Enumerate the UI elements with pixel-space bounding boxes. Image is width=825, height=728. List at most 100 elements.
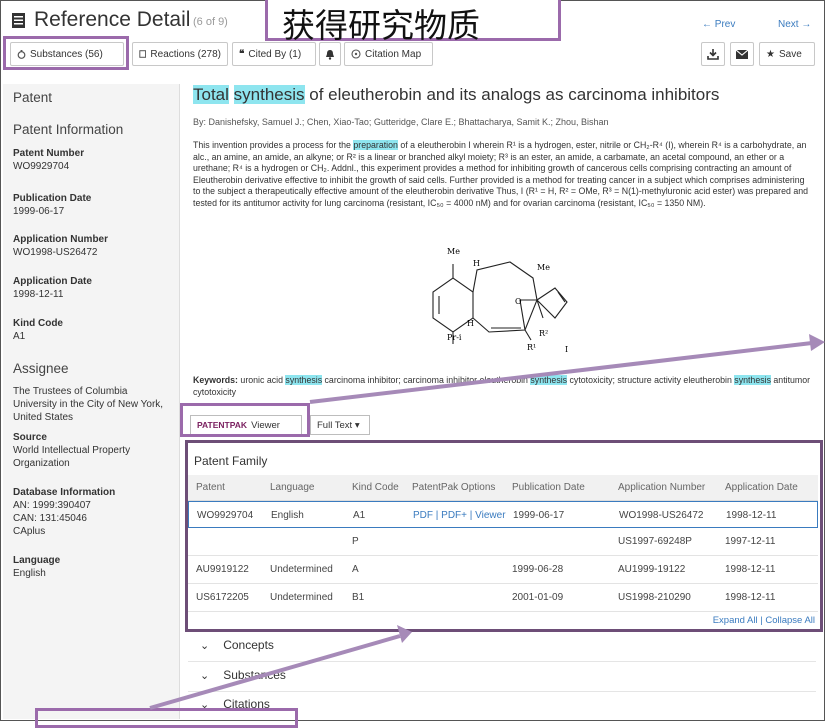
patent-family-table: Patent Language Kind Code PatentPak Opti… [188, 475, 818, 612]
keyword-highlight-2: synthesis [530, 375, 568, 385]
kind-code-value: A1 [13, 331, 26, 342]
highlight-box-bottom [35, 708, 298, 728]
quote-icon: ❝ [239, 48, 245, 60]
title-word-total: Total [193, 85, 229, 104]
source-label: Source [13, 432, 47, 443]
chemical-structure: Me H Me O H Pr-i R² R¹ I [432, 247, 568, 354]
table-row[interactable]: US6172205 Undetermined B1 2001-01-09 US1… [188, 584, 818, 612]
table-row[interactable]: P US1997-69248P 1997-12-11 [188, 528, 818, 556]
cell-application-date: 1998-12-11 [725, 564, 776, 575]
chevron-down-icon: ⌄ [200, 670, 210, 682]
table-row[interactable]: AU9919122 Undetermined A 1999-06-28 AU19… [188, 556, 818, 584]
assignee-line-3: United States [13, 412, 74, 423]
highlight-box-substances [3, 36, 129, 70]
keywords-part-2: carcinoma inhibitor; carcinoma inhibitor… [322, 375, 531, 385]
bell-icon [326, 49, 334, 60]
cell-publication-date: 2001-01-09 [512, 592, 564, 603]
next-link[interactable]: Next → [778, 19, 811, 30]
col-patent: Patent [196, 482, 225, 493]
full-text-button[interactable]: Full Text ▾ [310, 415, 370, 435]
citation-map-label: Citation Map [365, 48, 422, 60]
cell-publication-date: 1999-06-17 [513, 510, 565, 521]
pub-date-value: 1999-06-17 [13, 206, 65, 217]
database-can: CAN: 131:45046 [13, 513, 87, 524]
cell-application-date: 1998-12-11 [726, 510, 777, 521]
callout-text: 获得研究物质 [282, 7, 480, 44]
article-title: Total synthesis of eleutherobin and its … [193, 85, 719, 105]
email-button[interactable] [730, 42, 754, 66]
section-label: Substances [223, 668, 286, 682]
sidebar-type: Patent [13, 90, 53, 105]
document-icon [12, 13, 25, 28]
cell-patent: AU9919122 [196, 564, 249, 575]
language-value: English [13, 568, 46, 579]
section-concepts[interactable]: ⌄ Concepts [200, 638, 274, 652]
cell-language: Undetermined [270, 592, 333, 603]
cell-patent: WO9929704 [197, 510, 254, 521]
table-row[interactable]: WO9929704 English A1 PDF | PDF+ | Viewer… [188, 501, 818, 528]
assignee-line-2: University in the City of New York, [13, 399, 164, 410]
keywords-part-3: cytotoxicity; structure activity eleuthe… [567, 375, 735, 385]
highlight-box-patentpak [180, 403, 310, 437]
source-line-1: World Intellectual Property [13, 445, 131, 456]
prev-link[interactable]: ← Prev [702, 19, 735, 30]
struct-o: O [515, 297, 522, 306]
cited-by-label: Cited By (1) [248, 48, 302, 60]
patent-info-heading: Patent Information [13, 122, 124, 137]
app-number-label: Application Number [13, 234, 109, 245]
cell-application-number: US1997-69248P [618, 536, 692, 547]
result-position: (6 of 9) [193, 16, 228, 28]
col-patentpak-options: PatentPak Options [412, 482, 496, 493]
keyword-highlight-1: synthesis [285, 375, 323, 385]
download-button[interactable] [701, 42, 725, 66]
cell-kind-code: A1 [353, 510, 366, 521]
struct-me-1: Me [447, 247, 460, 256]
keywords-label: Keywords: [193, 375, 238, 385]
col-language: Language [270, 482, 315, 493]
expand-collapse-links[interactable]: Expand All | Collapse All [713, 615, 815, 626]
reactions-label: Reactions (278) [150, 48, 221, 60]
abstract-part-1: This invention provides a process for th… [193, 140, 354, 150]
struct-h-2: H [467, 319, 474, 328]
struct-r1: R¹ [527, 343, 536, 352]
section-substances[interactable]: ⌄ Substances [200, 668, 286, 682]
cell-patent: US6172205 [196, 592, 249, 603]
cell-language: Undetermined [270, 564, 333, 575]
star-icon: ★ [766, 48, 775, 60]
col-publication-date: Publication Date [512, 482, 585, 493]
citation-map-button[interactable]: Citation Map [344, 42, 433, 66]
col-application-number: Application Number [618, 482, 706, 493]
abstract-part-2: of a eleutherobin I wherein R¹ is a hydr… [193, 140, 809, 208]
cell-publication-date: 1999-06-28 [512, 564, 564, 575]
cell-kind-code: B1 [352, 592, 365, 603]
keywords-part-1: uronic acid [237, 375, 286, 385]
reactions-button[interactable]: Reactions (278) [132, 42, 228, 66]
alert-button[interactable] [319, 42, 341, 66]
cell-application-number: AU1999-19122 [618, 564, 686, 575]
patent-family-title: Patent Family [194, 454, 268, 468]
patent-number-value: WO9929704 [13, 161, 70, 172]
col-kind-code: Kind Code [352, 482, 399, 493]
cell-kind-code: P [352, 536, 359, 547]
app-number-value: WO1998-US26472 [13, 247, 98, 258]
patentpak-options-links[interactable]: PDF | PDF+ | Viewer [413, 510, 506, 521]
full-text-label: Full Text ▾ [317, 419, 360, 431]
database-an: AN: 1999:390407 [13, 500, 91, 511]
col-application-date: Application Date [725, 482, 798, 493]
section-label: Concepts [223, 638, 274, 652]
save-button[interactable]: ★ Save [759, 42, 815, 66]
chevron-down-icon: ⌄ [200, 640, 210, 652]
cell-application-date: 1998-12-11 [725, 592, 776, 603]
cell-application-number: WO1998-US26472 [619, 510, 704, 521]
cited-by-button[interactable]: ❝ Cited By (1) [232, 42, 316, 66]
assignee-line-1: The Trustees of Columbia [13, 386, 128, 397]
app-date-label: Application Date [13, 276, 92, 287]
struct-label: I [565, 345, 568, 354]
struct-me-2: Me [537, 263, 550, 272]
cell-language: English [271, 510, 304, 521]
page-title: Reference Detail [34, 8, 191, 31]
kind-code-label: Kind Code [13, 318, 63, 329]
title-rest: of eleutherobin and its analogs as carci… [309, 85, 720, 104]
patent-number-label: Patent Number [13, 148, 85, 159]
database-caplus: CAplus [13, 526, 46, 537]
